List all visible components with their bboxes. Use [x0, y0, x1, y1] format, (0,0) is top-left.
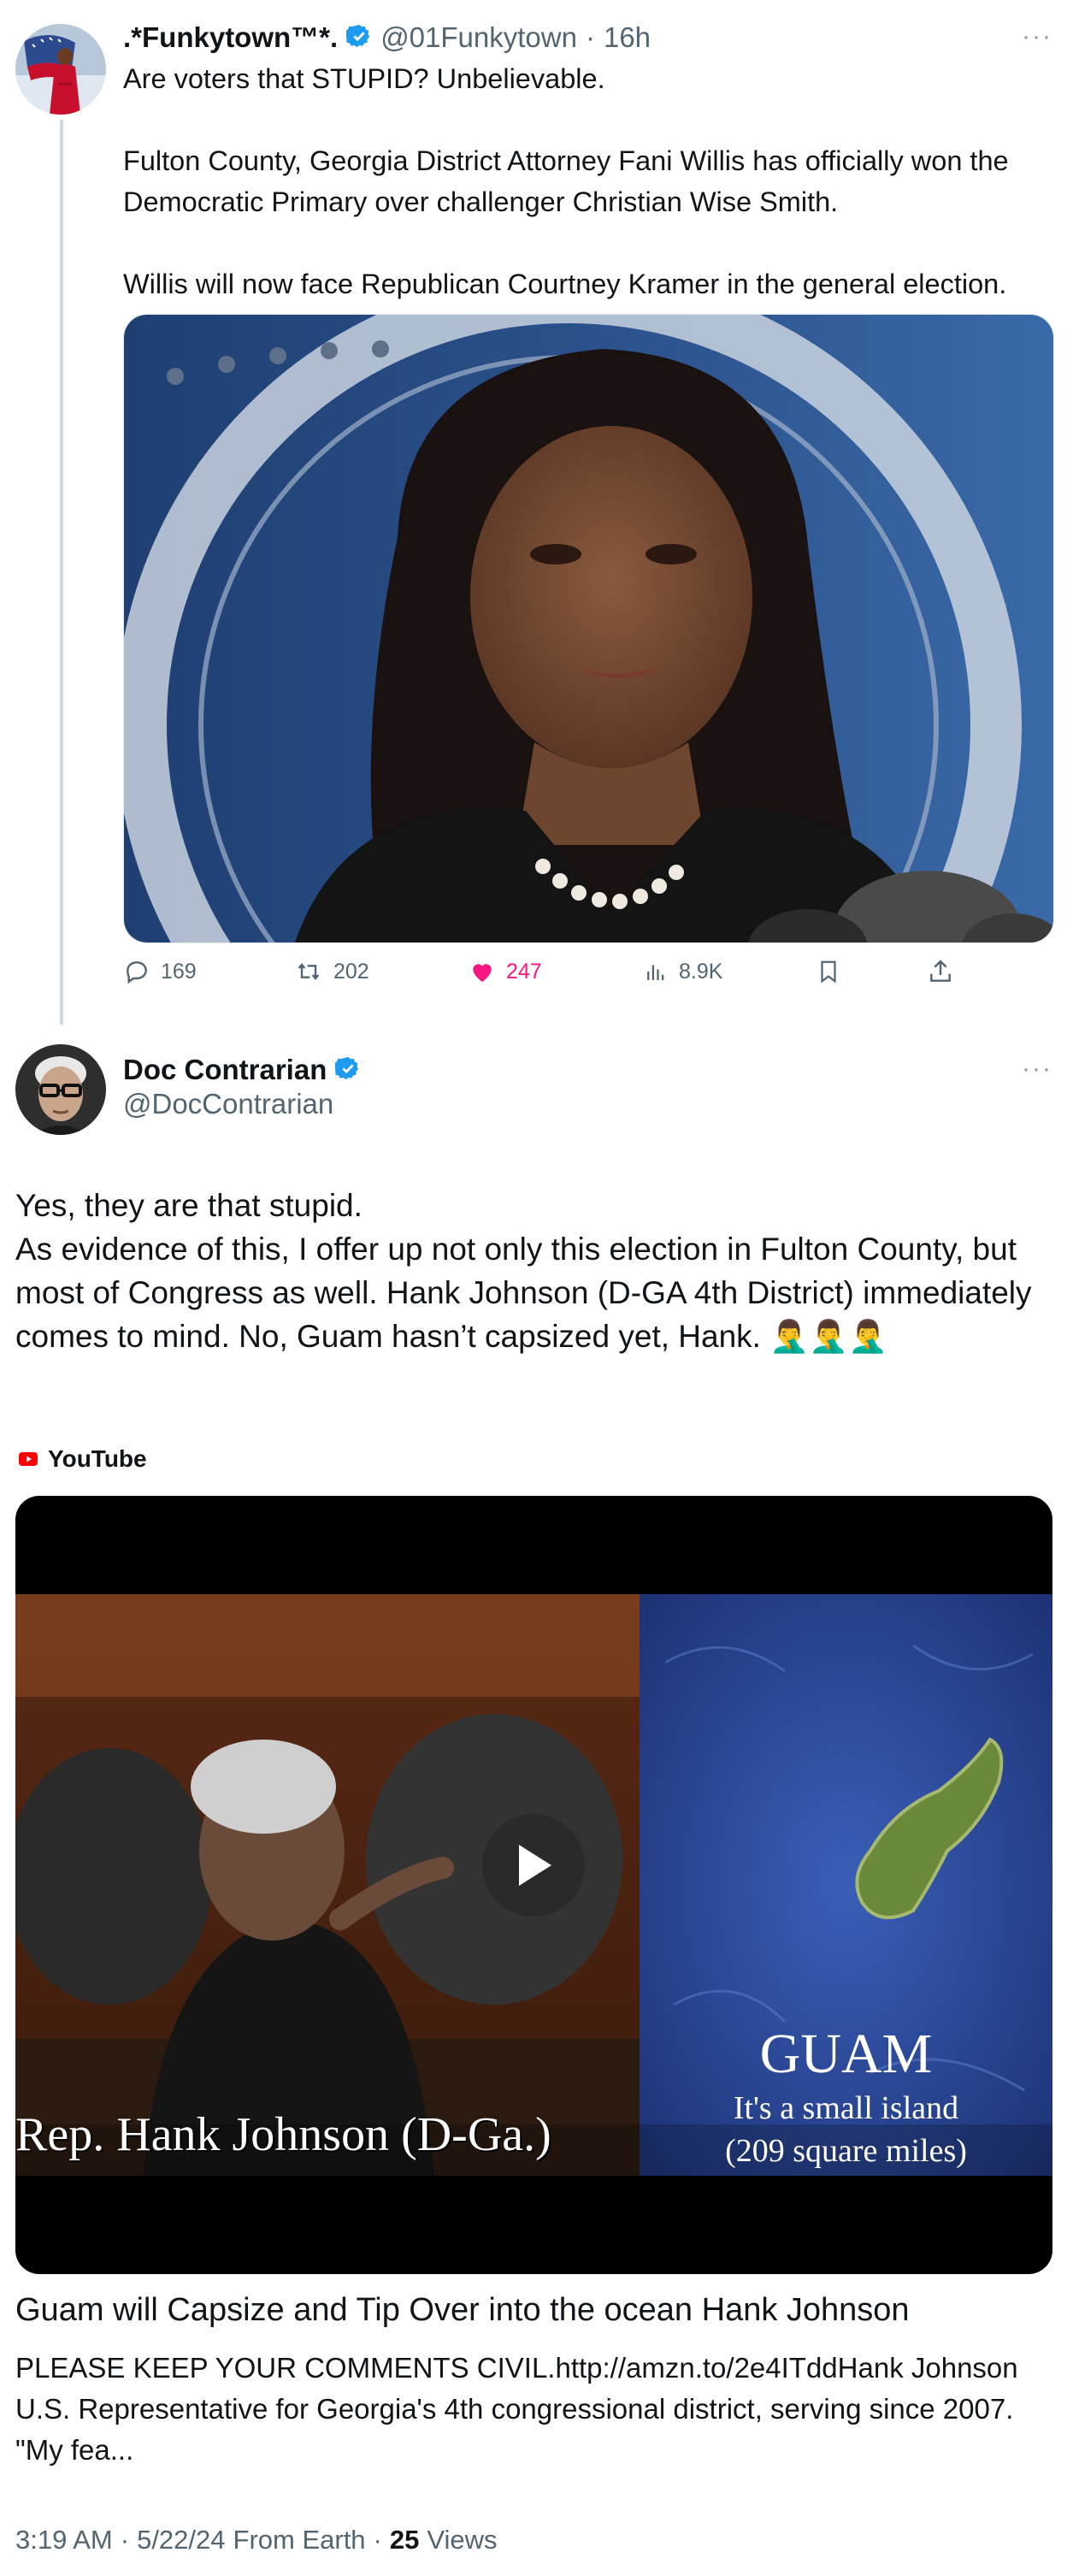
card-source-label: YouTube	[48, 1445, 147, 1472]
retweet-count: 202	[333, 959, 369, 984]
card-source[interactable]: YouTube	[19, 1445, 147, 1473]
video-caption-line2: (209 square miles)	[725, 2133, 967, 2169]
reply-tweet-text: Yes, they are that stupid. As evidence o…	[15, 1188, 1032, 1354]
youtube-logo-icon	[19, 1452, 38, 1466]
views-count: 25	[389, 2525, 420, 2555]
like-count: 247	[506, 959, 542, 984]
meta-separator: ·	[120, 2525, 130, 2555]
author-handle[interactable]: @DocContrarian	[123, 1088, 333, 1120]
play-button[interactable]	[482, 1814, 585, 1917]
author-name[interactable]: .*Funkytown™*.	[123, 21, 338, 54]
video-caption-left: Rep. Hank Johnson (D-Ga.)	[15, 2108, 551, 2161]
reply-count: 169	[161, 959, 197, 984]
share-action[interactable]	[927, 958, 954, 985]
author-handle[interactable]: @01Funkytown	[380, 21, 577, 54]
avatar-man-glasses-image	[15, 1044, 106, 1135]
share-icon	[930, 960, 951, 982]
reply-icon	[127, 961, 147, 984]
views-count: 8.9K	[679, 959, 723, 984]
retweet-icon	[298, 963, 320, 980]
thread-connector-line	[60, 120, 63, 1025]
retweet-action[interactable]: 202	[294, 958, 369, 985]
views-action[interactable]: 8.9K	[643, 958, 722, 985]
parent-tweet-image[interactable]	[123, 314, 1054, 943]
play-icon	[519, 1845, 551, 1886]
video-caption-right: GUAM It's a small island (209 square mil…	[640, 2022, 1052, 2172]
parent-tweet-header: .*Funkytown™*. @01Funkytown · 16h	[123, 19, 651, 56]
meta-separator: ·	[585, 21, 595, 53]
post-source: From Earth	[233, 2525, 366, 2555]
views-chart-icon	[647, 965, 664, 980]
avatar-flag-figure-image	[15, 24, 106, 115]
like-action[interactable]: 247	[469, 958, 542, 985]
meta-separator: ·	[373, 2525, 382, 2555]
reply-more-options-icon[interactable]: ···	[1022, 1055, 1052, 1084]
card-title[interactable]: Guam will Capsize and Tip Over into the …	[15, 2292, 1052, 2329]
video-caption-guam: GUAM	[759, 2023, 933, 2085]
card-description: PLEASE KEEP YOUR COMMENTS CIVIL.http://a…	[15, 2352, 1018, 2466]
verified-badge-icon	[345, 23, 372, 53]
reply-tweet-header: Doc Contrarian	[123, 1051, 361, 1089]
video-caption-line1: It's a small island	[733, 2090, 959, 2126]
bookmark-action[interactable]	[816, 958, 841, 985]
tweet-time[interactable]: 16h	[604, 21, 651, 54]
doc-contrarian-avatar[interactable]	[15, 1044, 106, 1135]
heart-filled-icon	[473, 964, 492, 982]
views-label: Views	[427, 2525, 498, 2555]
bookmark-icon	[821, 960, 836, 984]
author-name[interactable]: Doc Contrarian	[123, 1054, 327, 1086]
parent-more-options-icon[interactable]: ···	[1022, 22, 1052, 51]
verified-badge-icon	[333, 1055, 361, 1085]
funkytown-avatar[interactable]	[15, 24, 106, 115]
parent-action-bar: 169 202 247 8.9K	[123, 958, 978, 992]
reply-action[interactable]: 169	[123, 958, 197, 985]
youtube-video-player[interactable]: Rep. Hank Johnson (D-Ga.) GUAM It's a sm…	[15, 1496, 1052, 2274]
post-date[interactable]: 5/22/24	[137, 2525, 225, 2555]
portrait-photo	[124, 315, 1053, 942]
post-time[interactable]: 3:19 AM	[15, 2525, 113, 2555]
parent-tweet-text: Are voters that STUPID? Unbelievable. Fu…	[123, 63, 1009, 299]
tweet-footer-meta: 3:19 AM · 5/22/24 From Earth · 25 Views	[15, 2525, 498, 2555]
